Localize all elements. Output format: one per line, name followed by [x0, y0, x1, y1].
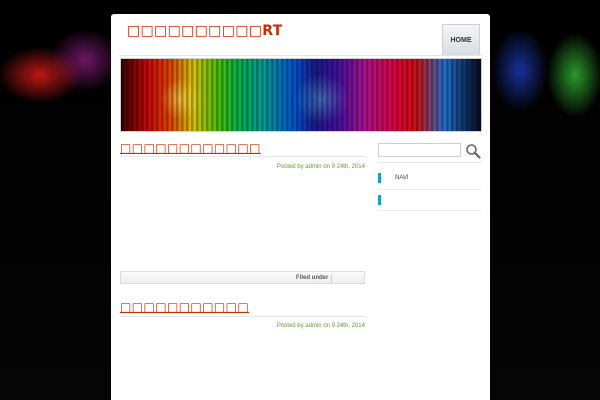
- widget-divider: [378, 189, 481, 190]
- post-title-divider: [120, 316, 366, 317]
- widget-accent-bar: [378, 195, 381, 205]
- post-title[interactable]: □□□□□□□□□□□: [120, 300, 249, 314]
- site-title[interactable]: □□□□□□□□□□RT: [127, 23, 283, 39]
- search-divider: [378, 162, 481, 163]
- post-title[interactable]: □□□□□□□□□□□□: [120, 141, 261, 155]
- filed-under-label: Filed under: [296, 275, 329, 281]
- widget-title-navi[interactable]: NAVI: [395, 175, 409, 181]
- header-banner-image: [120, 58, 482, 132]
- post-title-divider: [120, 156, 366, 157]
- footer-separator: [331, 274, 332, 282]
- search-input[interactable]: [378, 143, 461, 157]
- search-icon[interactable]: [465, 143, 481, 159]
- widget-accent-bar: [378, 173, 381, 183]
- post-meta: Posted by admin on 9 24th, 2014: [276, 323, 365, 329]
- widget-divider: [378, 210, 481, 211]
- header-divider: [119, 55, 482, 56]
- nav-home-button[interactable]: HOME: [442, 24, 480, 56]
- post-meta: Posted by admin on 9 24th, 2014: [276, 164, 365, 170]
- post-footer-bar: Filed under: [120, 271, 365, 284]
- page-container: □□□□□□□□□□RT HOME □□□□□□□□□□□□ Posted by…: [111, 14, 490, 400]
